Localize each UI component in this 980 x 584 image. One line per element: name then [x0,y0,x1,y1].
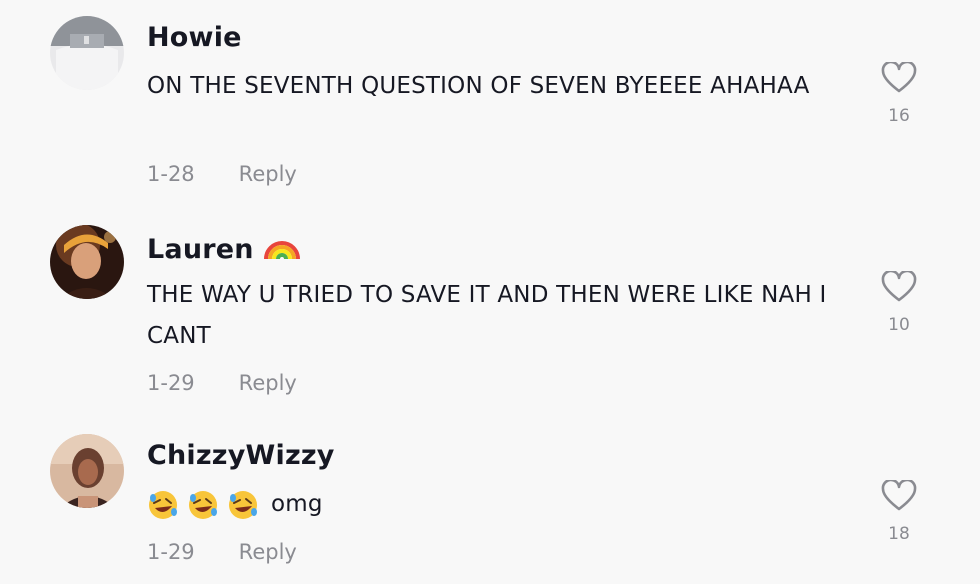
comment-item: Lauren THE WAY U TRIED TO SAVE IT AND TH… [0,209,980,395]
comment-username[interactable]: Howie [147,22,242,53]
heart-icon[interactable] [881,271,917,303]
heart-icon[interactable] [881,480,917,512]
like-count: 10 [888,315,910,335]
comment-text: THE WAY U TRIED TO SAVE IT AND THEN WERE… [147,282,827,349]
avatar[interactable] [50,16,124,90]
like-count: 18 [888,524,910,544]
comment-item: Howie ON THE SEVENTH QUESTION OF SEVEN B… [0,0,980,186]
comment-username[interactable]: ChizzyWizzy [147,440,335,471]
like-button[interactable]: 18 [879,480,919,544]
comment-date: 1-29 [147,371,195,395]
comment-date: 1-29 [147,540,195,564]
comment-username[interactable]: Lauren [147,231,300,265]
comment-text: omg [147,484,837,525]
rolling-on-floor-laughing-icon [149,490,177,519]
heart-icon[interactable] [881,62,917,94]
comment-list: Howie ON THE SEVENTH QUESTION OF SEVEN B… [0,0,980,584]
rolling-on-floor-laughing-icon [189,490,217,519]
comment-meta: 1-29 Reply [147,371,297,395]
comment-text: ON THE SEVENTH QUESTION OF SEVEN BYEEEE … [147,73,810,99]
reply-button[interactable]: Reply [239,540,297,564]
username-text: Howie [147,22,242,53]
reply-button[interactable]: Reply [239,371,297,395]
comment-meta: 1-29 Reply [147,540,297,564]
rainbow-icon [263,241,300,260]
avatar[interactable] [50,225,124,299]
comment-word: omg [271,491,323,517]
like-button[interactable]: 10 [879,271,919,335]
comment-item: ChizzyWizzy omg 1-29 Reply 18 [0,418,980,584]
avatar[interactable] [50,434,124,508]
comment-meta: 1-28 Reply [147,162,297,186]
like-count: 16 [888,106,910,126]
comment-date: 1-28 [147,162,195,186]
rolling-on-floor-laughing-icon [229,490,257,519]
username-text: Lauren [147,234,254,265]
like-button[interactable]: 16 [879,62,919,126]
reply-button[interactable]: Reply [239,162,297,186]
username-text: ChizzyWizzy [147,440,335,471]
